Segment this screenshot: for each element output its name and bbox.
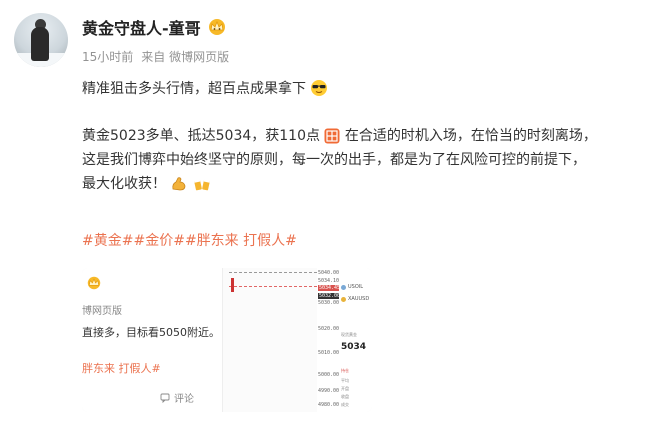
axis-label: 5000.00 (318, 372, 340, 378)
side-stat: 持仓 (341, 368, 349, 373)
chart-candle (231, 278, 234, 292)
avatar-figure (31, 27, 49, 61)
chart-ref-line (229, 272, 317, 273)
user-avatar[interactable] (14, 13, 68, 67)
embedded-comment: 评论 (160, 390, 194, 405)
side-stat: 收盘 (341, 394, 349, 399)
axis-label: 5020.00 (318, 326, 340, 332)
hashtag-gold[interactable]: #黄金# (82, 230, 133, 250)
strong-arm-emoji-icon (172, 177, 186, 191)
hashtag-row: #黄金# #金价# #胖东来 打假人# (82, 230, 297, 250)
vip-crown-icon (208, 19, 225, 35)
embedded-watchlist: USOIL XAUUSD 现货黄金 5034 持仓 平均 开盘 收盘 成交 (339, 268, 372, 412)
post-meta: 15小时前 来自 微博网页版 (82, 48, 229, 65)
axis-tag-bid: 5032.00 (318, 293, 342, 299)
sunglasses-emoji-icon (311, 80, 327, 96)
side-price: 5034 (341, 342, 367, 352)
body-line-2: 这是我们博弈中始终坚守的原则，每一次的出手，都是为了在风险可控的前提下， (82, 152, 586, 168)
zan-emoji-icon (324, 128, 340, 144)
axis-label: 4990.00 (318, 388, 340, 394)
embedded-text: 直接多，目标看5050附近。 (82, 326, 220, 339)
embedded-source: 博网页版 (82, 306, 122, 317)
body-line-3: 最大化收获！ (82, 176, 166, 192)
axis-label: 5040.00 (318, 270, 340, 276)
watch-item-label: USOIL (348, 284, 364, 290)
post-source: 来自 微博网页版 (141, 50, 230, 64)
xauusd-icon (341, 296, 346, 302)
side-stat: 成交 (341, 402, 349, 407)
headline-text: 精准狙击多头行情，超百点成果拿下 (82, 81, 306, 97)
axis-tag-current: 5034.45 (318, 285, 342, 291)
side-title: 现货黄金 (341, 332, 357, 337)
post-body: 黄金5023多单、抵达5034，获110点 在合适的时机入场，在恰当的时刻离场，… (82, 124, 657, 196)
axis-label: 5034.10 (318, 278, 340, 284)
embedded-comment-label: 评论 (174, 394, 194, 405)
side-stat: 开盘 (341, 386, 349, 391)
hashtag-pangdonglai[interactable]: #胖东来 打假人# (185, 230, 297, 250)
post-headline: 精准狙击多头行情，超百点成果拿下 (82, 78, 328, 98)
side-stat: 平均 (341, 378, 349, 383)
axis-label: 4980.00 (318, 402, 340, 408)
body-line-1: 黄金5023多单、抵达5034，获110点 (82, 128, 320, 144)
embedded-tag: 胖东来 打假人# (82, 362, 161, 375)
embedded-price-axis: 5040.00 5034.10 5034.45 5032.00 5030.00 … (317, 268, 342, 412)
embedded-crown-icon (87, 276, 101, 290)
hashtag-gold-price[interactable]: #金价# (133, 230, 184, 250)
post-image-preview[interactable]: 博网页版 直接多，目标看5050附近。 胖东来 打假人# 评论 5040.00 … (82, 268, 372, 412)
cheers-emoji-icon (193, 178, 211, 191)
watch-item: USOIL (341, 284, 363, 290)
usoil-icon (341, 284, 346, 290)
axis-label: 5030.00 (318, 300, 340, 306)
chart-price-line (229, 286, 317, 287)
watch-item: XAUUSD (341, 296, 369, 302)
embedded-price-chart (223, 268, 317, 412)
body-line-1b: 在合适的时机入场，在恰当的时刻离场， (340, 128, 597, 144)
post-time[interactable]: 15小时前 (82, 48, 133, 65)
comment-icon (160, 393, 170, 403)
author-name[interactable]: 黄金守盘人-童哥 (82, 15, 201, 39)
author-row: 黄金守盘人-童哥 (82, 14, 227, 40)
axis-label: 5010.00 (318, 350, 340, 356)
watch-item-label: XAUUSD (348, 296, 370, 302)
embedded-weibo-card: 博网页版 直接多，目标看5050附近。 胖东来 打假人# 评论 (82, 268, 223, 412)
